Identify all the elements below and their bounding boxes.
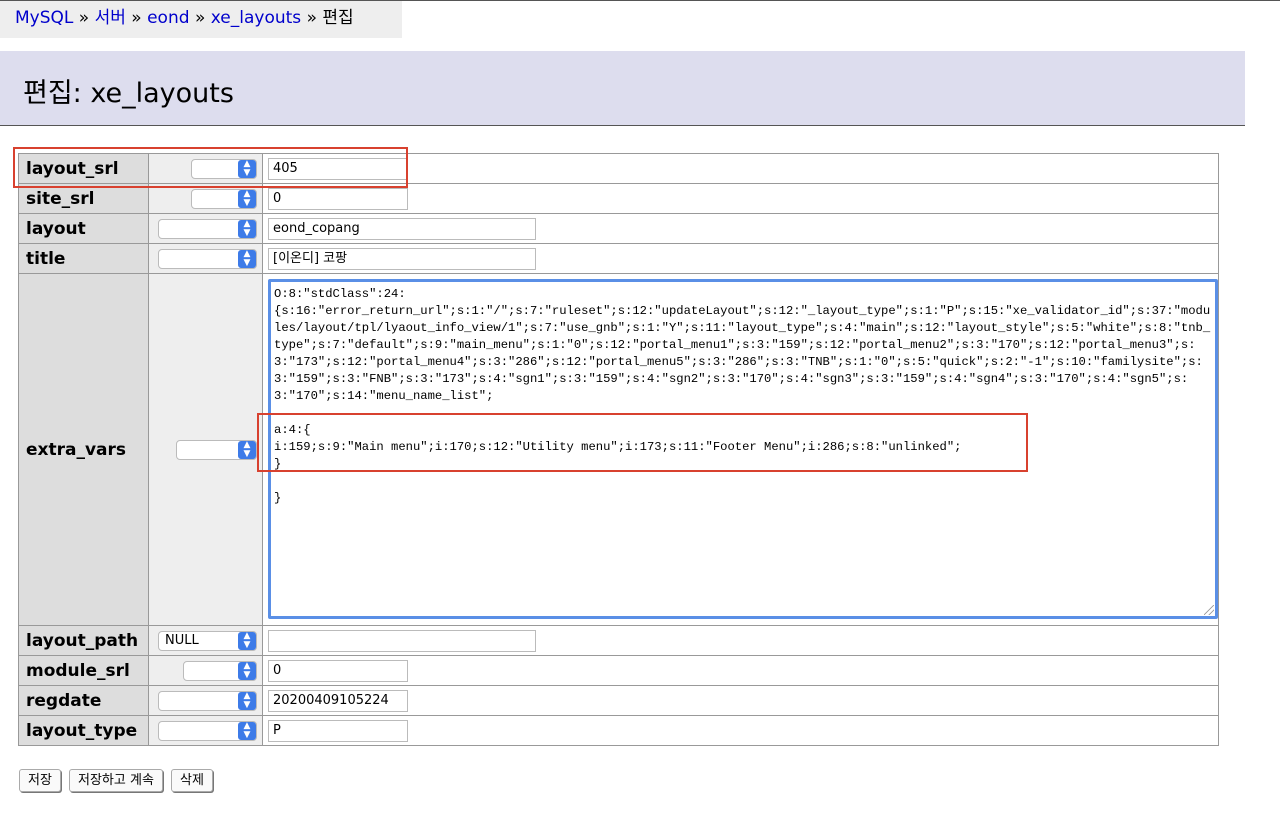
breadcrumb-current: 편집 (322, 8, 354, 28)
value-input[interactable]: 20200409105224 (268, 689, 408, 712)
highlight-box-menu-list (257, 413, 1028, 472)
select-arrows-icon: ▲ ▼ (238, 631, 256, 650)
value-input[interactable]: P (268, 719, 408, 742)
value-input[interactable]: eond_copang (268, 217, 536, 240)
field-row-site_srl: site_srl ▲ ▼ 0 (18, 183, 1219, 214)
select-arrows-icon: ▲ ▼ (238, 219, 256, 238)
field-name: extra_vars (18, 273, 149, 626)
function-select[interactable]: ▲ ▼ (158, 248, 257, 269)
field-row-regdate: regdate ▲ ▼ 20200409105224 (18, 685, 1219, 716)
breadcrumb-table[interactable]: xe_layouts (211, 8, 301, 28)
breadcrumb: MySQL » 서버 » eond » xe_layouts » 편집 (0, 1, 402, 38)
field-row-title: title ▲ ▼ [이온디] 코팡 (18, 243, 1219, 274)
form-buttons: 저장 저장하고 계속 삭제 (19, 769, 216, 792)
save-continue-button[interactable]: 저장하고 계속 (69, 769, 163, 792)
field-name: layout_path (18, 625, 149, 656)
field-name: site_srl (18, 183, 149, 214)
select-arrows-icon: ▲ ▼ (238, 691, 256, 710)
function-select[interactable]: NULL ▲ ▼ (158, 630, 257, 651)
function-select[interactable]: ▲ ▼ (191, 188, 257, 209)
select-arrows-icon: ▲ ▼ (238, 440, 256, 459)
field-row-layout_path: layout_path NULL ▲ ▼ (18, 625, 1219, 656)
select-arrows-icon: ▲ ▼ (238, 661, 256, 680)
function-select[interactable]: ▲ ▼ (158, 720, 257, 741)
page-header: 편집: xe_layouts (0, 51, 1245, 126)
select-arrows-icon: ▲ ▼ (238, 189, 256, 208)
field-name: module_srl (18, 655, 149, 686)
function-select[interactable]: ▲ ▼ (158, 218, 257, 239)
value-input[interactable]: 0 (268, 659, 408, 682)
function-select[interactable]: ▲ ▼ (158, 690, 257, 711)
breadcrumb-database[interactable]: eond (147, 8, 189, 28)
breadcrumb-mysql[interactable]: MySQL (15, 8, 73, 28)
breadcrumb-separator: » (306, 8, 317, 28)
delete-button[interactable]: 삭제 (171, 769, 213, 792)
field-row-layout: layout ▲ ▼ eond_copang (18, 213, 1219, 244)
value-input[interactable]: [이온디] 코팡 (268, 247, 536, 270)
value-input[interactable] (268, 629, 536, 652)
select-arrows-icon: ▲ ▼ (238, 721, 256, 740)
breadcrumb-separator: » (78, 8, 90, 28)
field-name: layout_type (18, 715, 149, 746)
field-name: title (18, 243, 149, 274)
breadcrumb-server[interactable]: 서버 (95, 8, 126, 28)
field-row-module_srl: module_srl ▲ ▼ 0 (18, 655, 1219, 686)
function-select[interactable]: ▲ ▼ (176, 439, 257, 460)
field-name: regdate (18, 685, 149, 716)
function-select[interactable]: ▲ ▼ (183, 660, 257, 681)
breadcrumb-separator: » (194, 8, 206, 28)
value-input[interactable]: 0 (268, 187, 408, 210)
highlight-box-layout-srl (13, 147, 408, 188)
field-name: layout (18, 213, 149, 244)
select-arrows-icon: ▲ ▼ (238, 249, 256, 268)
page-title: 편집: xe_layouts (23, 78, 234, 109)
breadcrumb-separator: » (131, 8, 142, 28)
save-button[interactable]: 저장 (19, 769, 61, 792)
resize-grip-icon[interactable] (1204, 605, 1214, 615)
field-row-layout_type: layout_type ▲ ▼ P (18, 715, 1219, 746)
